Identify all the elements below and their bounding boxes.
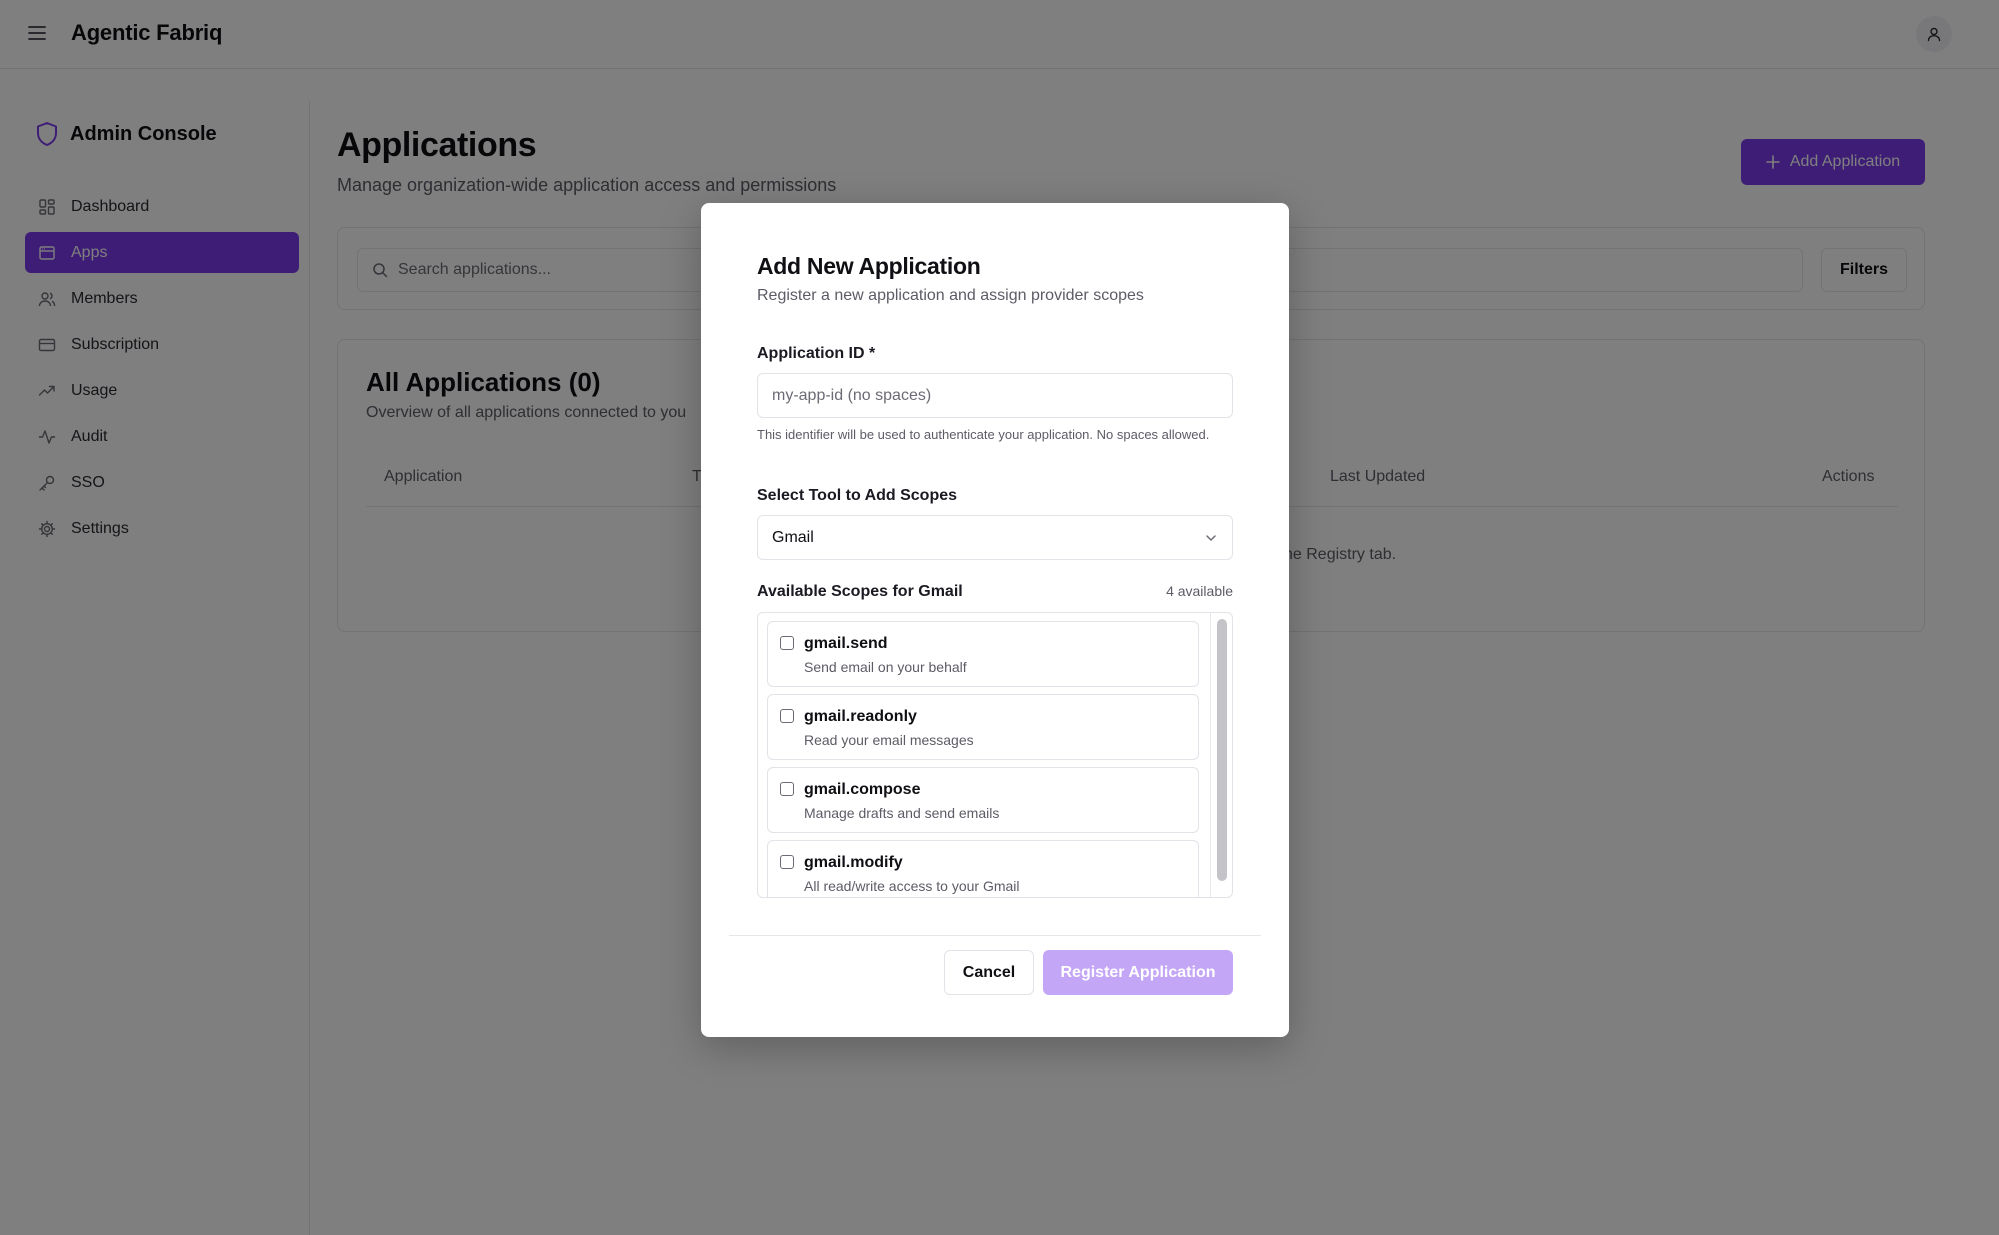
- add-application-dialog: Add New Application Register a new appli…: [701, 203, 1289, 1037]
- application-id-label: Application ID *: [757, 345, 876, 362]
- scope-description: Manage drafts and send emails: [804, 805, 1000, 821]
- scopes-count: 4 available: [1166, 583, 1233, 599]
- scope-name: gmail.send: [804, 635, 888, 652]
- dialog-footer-divider: [729, 935, 1261, 936]
- cancel-button[interactable]: Cancel: [944, 950, 1034, 995]
- scope-item-gmail-compose[interactable]: gmail.compose Manage drafts and send ema…: [767, 767, 1199, 833]
- scope-item-gmail-readonly[interactable]: gmail.readonly Read your email messages: [767, 694, 1199, 760]
- scope-description: Read your email messages: [804, 732, 974, 748]
- scope-item-gmail-modify[interactable]: gmail.modify All read/write access to yo…: [767, 840, 1199, 897]
- scope-checkbox[interactable]: [780, 709, 794, 723]
- scope-description: All read/write access to your Gmail: [804, 878, 1020, 894]
- register-application-button[interactable]: Register Application: [1043, 950, 1233, 995]
- chevron-down-icon: [1206, 534, 1216, 541]
- dialog-subtitle: Register a new application and assign pr…: [757, 287, 1144, 304]
- scope-checkbox[interactable]: [780, 782, 794, 796]
- scope-name: gmail.modify: [804, 854, 903, 871]
- tool-select-value: Gmail: [772, 528, 814, 546]
- scope-checkbox[interactable]: [780, 855, 794, 869]
- dialog-title: Add New Application: [757, 253, 981, 279]
- scrollbar-thumb[interactable]: [1217, 619, 1227, 881]
- scope-list-scrollbar[interactable]: [1210, 613, 1232, 897]
- scope-name: gmail.readonly: [804, 708, 917, 725]
- tool-select-label: Select Tool to Add Scopes: [757, 487, 958, 504]
- scopes-label: Available Scopes for Gmail: [757, 583, 963, 600]
- scope-checkbox[interactable]: [780, 636, 794, 650]
- scope-list[interactable]: gmail.send Send email on your behalf gma…: [757, 612, 1233, 898]
- scope-description: Send email on your behalf: [804, 659, 967, 675]
- scope-name: gmail.compose: [804, 781, 921, 798]
- application-id-hint: This identifier will be used to authenti…: [757, 427, 1210, 442]
- scope-item-gmail-send[interactable]: gmail.send Send email on your behalf: [767, 621, 1199, 687]
- application-id-input[interactable]: [757, 373, 1233, 418]
- tool-select[interactable]: Gmail: [757, 515, 1233, 560]
